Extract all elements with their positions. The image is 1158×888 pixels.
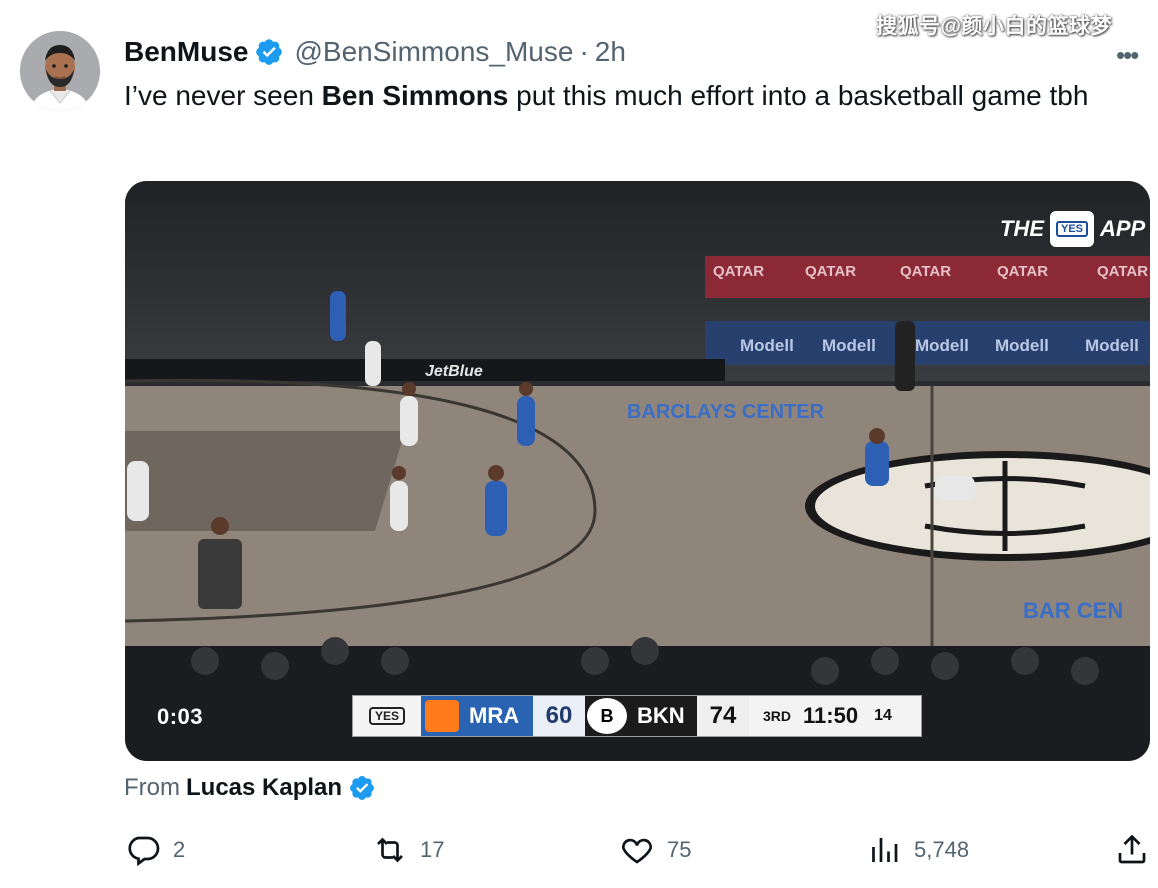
mention-bold: Ben Simmons: [321, 80, 509, 111]
svg-text:QATAR: QATAR: [900, 263, 951, 280]
share-icon: [1118, 834, 1146, 864]
views-count: 5,748: [914, 837, 970, 862]
reply-count: 2: [173, 837, 186, 862]
yes-app-logo: THE YES APP: [1000, 211, 1145, 247]
views-button[interactable]: 5,748: [866, 830, 969, 870]
scoreboard-clock: 3RD 11:50 14: [749, 696, 921, 736]
team1-abbr: MRA: [469, 703, 520, 728]
team2-logo-icon: B: [587, 698, 627, 734]
avatar[interactable]: [20, 31, 100, 111]
video-frame: QATAR QATAR QATAR QATAR QATAR Modell Modell Mo…: [125, 181, 1150, 761]
video-duration: 0:03: [157, 704, 204, 729]
from-label: From: [124, 774, 180, 801]
svg-text:QATAR: QATAR: [713, 263, 764, 280]
scoreboard: YES MRA 60 B BKN 74 3RD 11:50 14: [352, 695, 922, 737]
network-logo: YES: [368, 707, 405, 725]
svg-text:Modell: Modell: [915, 336, 969, 355]
scoreboard-team1: MRA 60: [421, 696, 585, 736]
timestamp[interactable]: 2h: [595, 36, 626, 68]
watermark: 搜狐号@颜小白的篮球梦: [876, 15, 1112, 38]
retweet-count: 17: [420, 837, 445, 862]
team1-score: 60: [533, 696, 585, 736]
svg-text:QATAR: QATAR: [1097, 263, 1148, 280]
app-logo-right: APP: [1100, 216, 1146, 241]
avatar-illustration: [20, 31, 100, 111]
app-logo-left: THE: [1000, 216, 1044, 241]
like-button[interactable]: 75: [619, 830, 691, 870]
scoreboard-network: YES: [353, 696, 421, 736]
team1-logo-icon: [425, 700, 459, 732]
app-logo-box-text: YES: [1055, 221, 1088, 237]
more-options-icon[interactable]: •••: [1116, 40, 1139, 71]
separator: ·: [579, 36, 589, 67]
svg-text:Modell: Modell: [995, 336, 1049, 355]
game-clock: 11:50: [803, 703, 859, 728]
team2-abbr: BKN: [637, 703, 685, 728]
svg-text:QATAR: QATAR: [805, 263, 856, 280]
retweet-icon: [377, 837, 403, 863]
shot-clock: 14: [874, 707, 892, 724]
video-player[interactable]: QATAR QATAR QATAR QATAR QATAR Modell Modell Mo…: [125, 181, 1150, 761]
arena-text: BARCLAYS CENTER: [627, 401, 825, 423]
scoreboard-team2: B BKN 74: [585, 696, 749, 736]
app-logo-box: YES: [1050, 211, 1094, 247]
handle[interactable]: @BenSimmons_Muse: [294, 36, 573, 68]
from-attribution: From Lucas Kaplan: [124, 770, 376, 806]
svg-text:Modell: Modell: [1085, 336, 1139, 355]
svg-text:Modell: Modell: [822, 336, 876, 355]
views-icon: [872, 838, 898, 862]
quarter: 3RD: [763, 708, 792, 724]
tweet-header: BenMuse @BenSimmons_Muse · 2h: [124, 34, 626, 70]
tweet-text: I’ve never seen Ben Simmons put this muc…: [124, 76, 1144, 116]
heart-icon: [622, 838, 652, 864]
display-name[interactable]: BenMuse: [124, 36, 248, 68]
svg-text:QATAR: QATAR: [997, 263, 1048, 280]
sponsor-text: JetBlue: [425, 363, 483, 380]
from-name[interactable]: Lucas Kaplan: [186, 774, 342, 802]
tweet-text-after: put this much effort into a basketball g…: [508, 80, 1089, 111]
svg-text:Modell: Modell: [740, 336, 794, 355]
reply-button[interactable]: 2: [125, 830, 185, 870]
action-bar: 2 17 75 5,748: [0, 830, 1158, 870]
team2-score: 74: [697, 696, 749, 736]
verified-badge-icon: [256, 39, 283, 65]
arena-text-right: BAR CEN: [1023, 598, 1123, 623]
share-button[interactable]: [1114, 830, 1150, 870]
like-count: 75: [667, 837, 692, 862]
reply-icon: [128, 836, 160, 867]
verified-badge-icon: [350, 776, 375, 800]
retweet-button[interactable]: 17: [372, 830, 444, 870]
tweet-text-before: I’ve never seen: [124, 80, 322, 111]
